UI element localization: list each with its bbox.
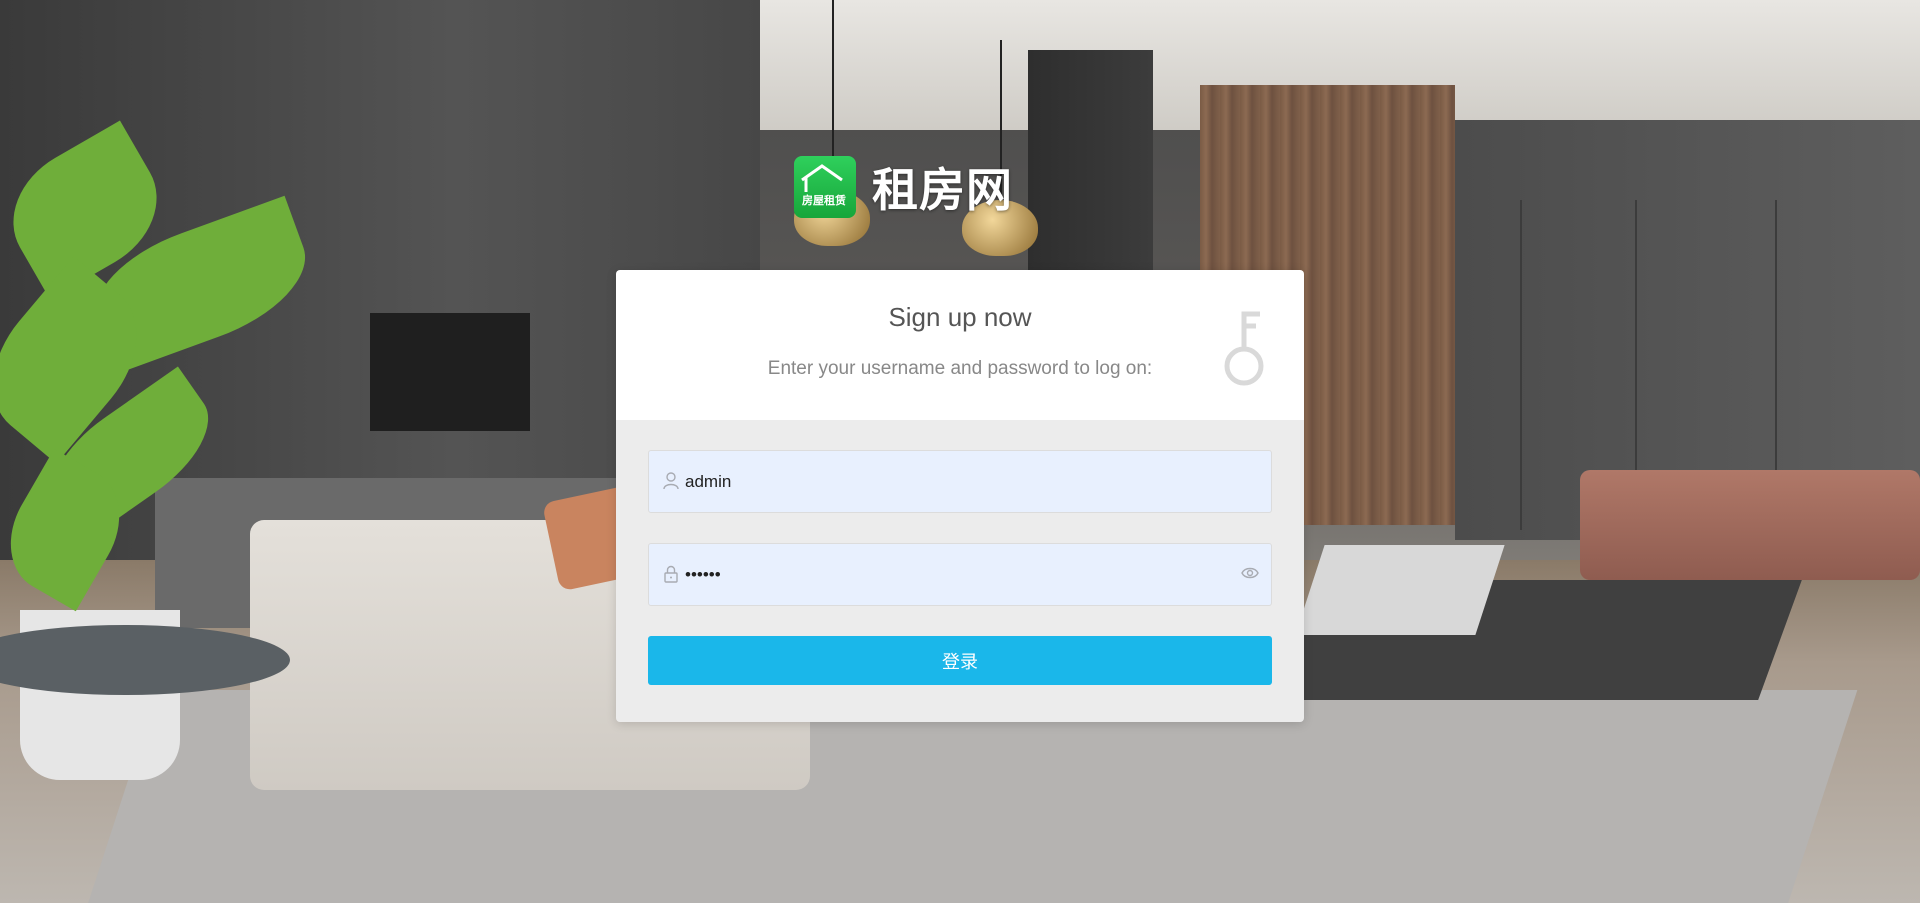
login-button[interactable]: 登录 xyxy=(648,636,1272,685)
eye-icon[interactable] xyxy=(1241,566,1259,580)
brand-logo-text: 房屋租赁 xyxy=(802,195,846,207)
username-input[interactable] xyxy=(685,451,1245,512)
login-subtitle: Enter your username and password to log … xyxy=(767,358,1153,379)
brand: 房屋租赁 租房网 xyxy=(794,154,1013,220)
login-title: Sign up now xyxy=(888,302,1032,332)
login-form: 登录 xyxy=(616,420,1304,722)
password-field[interactable] xyxy=(648,543,1272,606)
house-icon xyxy=(801,164,843,192)
brand-logo: 房屋租赁 xyxy=(794,156,856,218)
brand-name: 租房网 xyxy=(872,163,1013,217)
background-chair xyxy=(1580,470,1920,580)
login-card-header: Sign up now Enter your username and pass… xyxy=(616,270,1304,420)
background-tv xyxy=(370,313,530,431)
lock-icon xyxy=(664,565,678,583)
key-icon xyxy=(1224,311,1264,386)
background-panel-line xyxy=(1520,200,1522,530)
background-laptop xyxy=(1295,545,1505,635)
username-field[interactable] xyxy=(648,450,1272,513)
login-card: Sign up now Enter your username and pass… xyxy=(616,270,1304,722)
user-icon xyxy=(663,472,679,490)
password-input[interactable] xyxy=(685,544,1245,605)
